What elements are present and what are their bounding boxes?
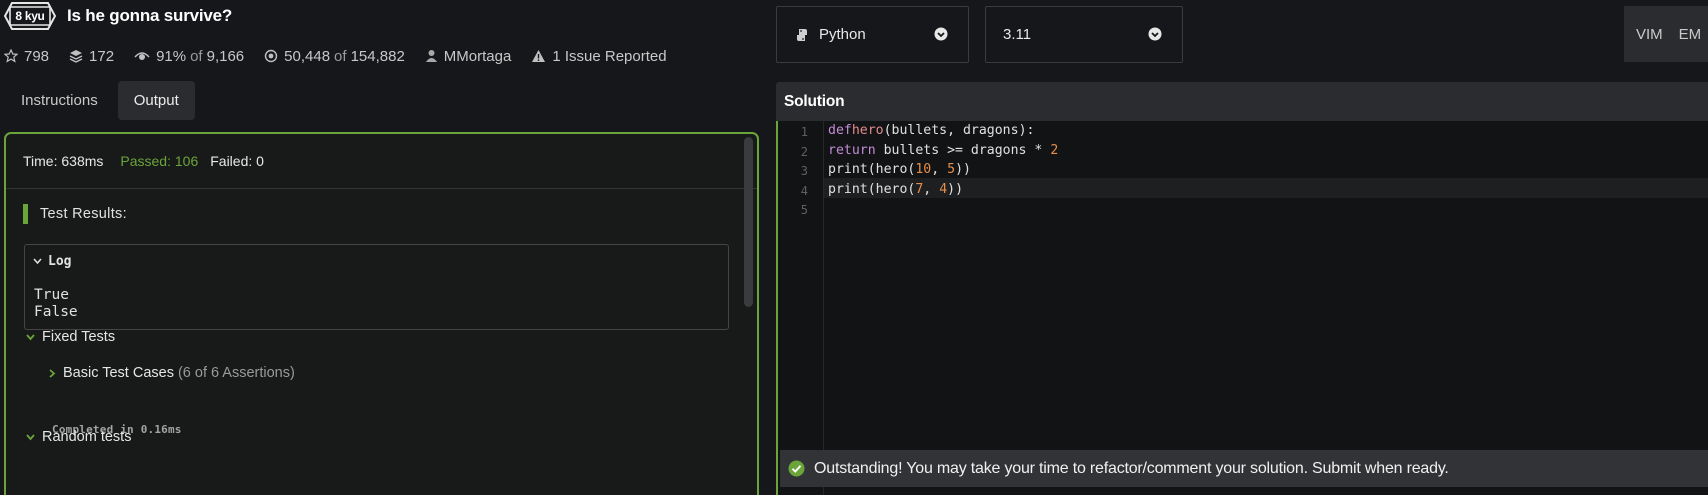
basic-test-cases-label: Basic Test Cases (63, 365, 174, 381)
author-name: MMortaga (443, 47, 512, 65)
random-tests-label: Random tests (42, 429, 132, 445)
test-results-heading: Test Results: (23, 204, 127, 224)
basic-test-cases-group[interactable]: Basic Test Cases (6 of 6 Assertions) (49, 365, 295, 381)
rank-label: 8 kyu (15, 9, 45, 23)
chevron-down-icon (33, 258, 42, 265)
attempts-count: 154,882 (350, 47, 405, 65)
code-line: return bullets >= dragons * 2 (828, 142, 1059, 158)
line-number: 1 (800, 125, 808, 139)
assertions-count: (6 of 6 Assertions) (177, 365, 295, 381)
version-select[interactable]: 3.11 (985, 6, 1183, 63)
completed-stat: 50,448 of 154,882 (264, 48, 405, 65)
star-icon (4, 49, 18, 63)
satisfaction-stat: 91% of 9,166 (134, 48, 244, 65)
line-gutter: 1 2 3 4 5 (778, 121, 824, 495)
log-box: Log True False (24, 244, 729, 330)
line-number: 2 (800, 144, 808, 159)
output-scrollbar[interactable] (744, 137, 753, 307)
check-circle-icon (788, 460, 805, 477)
success-message: Outstanding! You may take your time to r… (814, 459, 1449, 477)
editor-mode-bar: VIM EM (1624, 6, 1708, 62)
output-panel: Time: 638ms Passed: 106 Failed: 0 Test R… (4, 132, 759, 495)
author-stat[interactable]: MMortaga (425, 47, 512, 65)
collections-count: 172 (89, 47, 115, 65)
issues-stat[interactable]: 1 Issue Reported (531, 47, 667, 65)
log-line: False (34, 304, 78, 320)
emacs-mode-button[interactable]: EM (1663, 26, 1702, 43)
satisfaction-of: of (190, 47, 203, 65)
solution-panel: Solution 1 2 3 4 5 def hero (bullets, dra… (776, 82, 1708, 495)
layers-icon (69, 50, 83, 63)
language-value: Python (819, 26, 866, 43)
line-number: 4 (800, 183, 808, 198)
chevron-down-icon (26, 433, 35, 440)
kata-header: 8 kyu Is he gonna survive? (4, 1, 232, 31)
rank-badge: 8 kyu (4, 2, 56, 30)
chevron-right-icon (49, 368, 56, 378)
completed-of: of (334, 47, 347, 65)
chevron-down-icon (1148, 27, 1162, 41)
language-select[interactable]: Python (776, 6, 969, 63)
target-icon (264, 49, 278, 63)
completed-count: 50,448 (284, 47, 331, 65)
kata-title[interactable]: Is he gonna survive? (67, 6, 232, 26)
stars-stat[interactable]: 798 (4, 48, 49, 65)
passed-label: Passed: 106 (120, 153, 199, 169)
random-tests-group[interactable]: Random tests (26, 429, 131, 445)
kata-stats: 798 172 91% of 9,166 50,448 of 154,882 M… (4, 46, 687, 66)
fixed-tests-label: Fixed Tests (42, 329, 116, 345)
solution-title: Solution (776, 82, 1708, 121)
votes-count: 9,166 (206, 47, 245, 65)
log-line: True (34, 287, 69, 303)
time-label: Time: 638ms (23, 153, 104, 169)
log-output: True False (34, 287, 78, 321)
code-line: print(hero(7, 4)) (828, 181, 964, 197)
tab-output[interactable]: Output (117, 81, 195, 120)
line-number: 5 (800, 203, 808, 217)
panel-tabs: Instructions Output (5, 81, 199, 120)
test-summary: Time: 638ms Passed: 106 Failed: 0 (6, 134, 757, 189)
issues-label: 1 Issue Reported (552, 47, 667, 65)
chevron-down-icon (26, 333, 35, 340)
code-editor[interactable]: 1 2 3 4 5 def hero (bullets, dragons): re… (776, 121, 1708, 495)
chevron-down-icon (934, 27, 948, 41)
vim-mode-button[interactable]: VIM (1624, 26, 1663, 43)
fixed-tests-group[interactable]: Fixed Tests (26, 329, 115, 345)
tab-instructions[interactable]: Instructions (5, 81, 114, 120)
success-message-bar: Outstanding! You may take your time to r… (780, 450, 1708, 487)
version-value: 3.11 (1003, 26, 1032, 43)
warning-icon (532, 50, 546, 62)
log-label: Log (48, 254, 72, 269)
stars-count: 798 (24, 47, 50, 65)
satisfaction-rating: 91% (156, 47, 187, 65)
log-toggle[interactable]: Log (33, 254, 71, 269)
user-icon (425, 50, 437, 62)
failed-label: Failed: 0 (210, 153, 264, 169)
line-number: 3 (800, 164, 808, 178)
eye-icon (134, 52, 150, 60)
collections-stat[interactable]: 172 (69, 48, 114, 65)
python-icon (797, 28, 807, 41)
code-line: print(hero(10, 5)) (828, 162, 971, 178)
kata-info-panel: 8 kyu Is he gonna survive? 798 172 91% o… (0, 0, 760, 495)
code-line: def hero (bullets, dragons): (828, 123, 1035, 139)
